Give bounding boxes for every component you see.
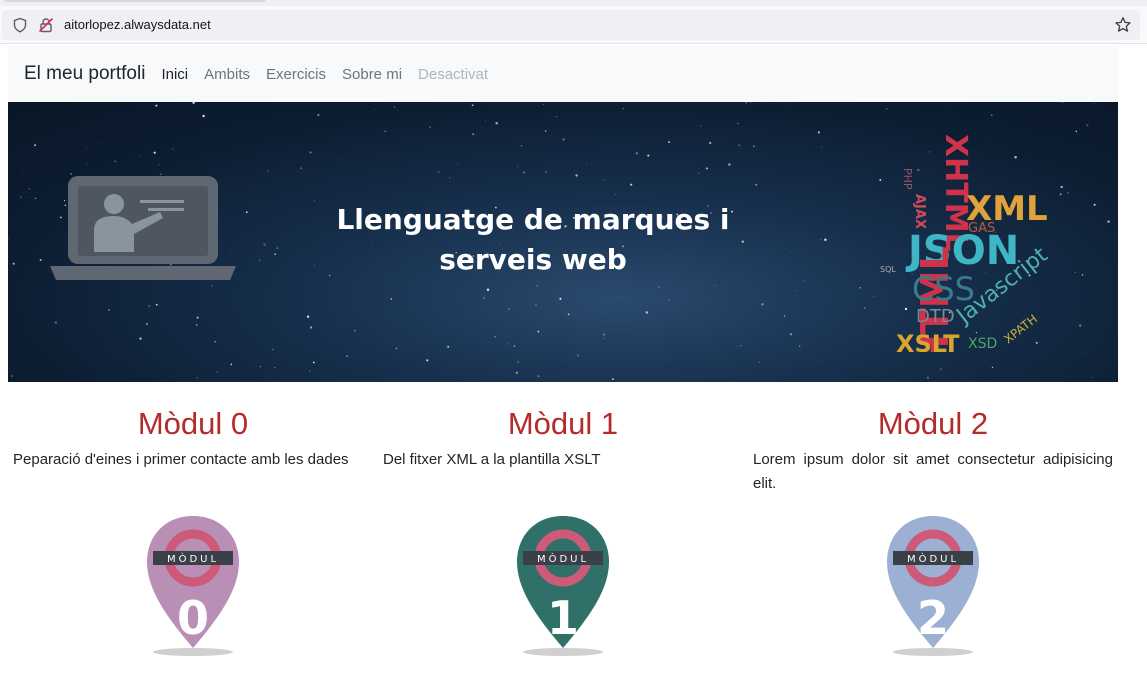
tech-word-cloud: XHTML XML AJAX PHP GAS JSON HTML CSS Jav…: [880, 134, 1053, 352]
pin-number: 0: [177, 591, 209, 645]
cloud-word-xslt: XSLT: [896, 330, 960, 352]
module-card-0: Mòdul 0 Peparació d'eines i primer conta…: [8, 404, 378, 665]
nav-link-sobre-mi[interactable]: Sobre mi: [342, 66, 402, 83]
module-description: Del fitxer XML a la plantilla XSLT: [383, 451, 601, 468]
pin-label: MÒDUL: [167, 552, 219, 565]
module-title: Mòdul 1: [507, 406, 619, 441]
module-1-pin-icon[interactable]: MÒDUL 1: [513, 510, 613, 660]
module-0-pin-icon[interactable]: MÒDUL 0: [143, 510, 243, 660]
pin-number: 1: [547, 591, 579, 645]
url-text[interactable]: aitorlopez.alwaysdata.net: [64, 17, 211, 33]
banner-title-line1: Llenguatge de marques i: [336, 203, 730, 236]
pin-shadow: [153, 648, 233, 656]
module-card-1: Mòdul 1 Del fitxer XML a la plantilla XS…: [378, 404, 748, 665]
star-icon[interactable]: [1114, 16, 1132, 34]
modules-row: Mòdul 0 Peparació d'eines i primer conta…: [8, 404, 1118, 665]
pin-number: 2: [917, 591, 949, 645]
banner-title-line2: serveis web: [439, 243, 627, 276]
banner-title: Llenguatge de marques i serveis web: [308, 200, 758, 280]
module-2-pin-icon[interactable]: MÒDUL 2: [883, 510, 983, 660]
cloud-word-xsd: XSD: [968, 336, 997, 352]
nav-link-ambits[interactable]: Ambits: [204, 66, 250, 83]
pin-label: MÒDUL: [537, 552, 589, 565]
lock-icon[interactable]: [38, 17, 54, 33]
nav-link-inici[interactable]: Inici: [161, 66, 188, 83]
module-card-2: Mòdul 2 Lorem ipsum dolor sit amet conse…: [748, 404, 1118, 665]
hero-banner: Llenguatge de marques i serveis web XHTM…: [8, 102, 1118, 382]
address-bar[interactable]: aitorlopez.alwaysdata.net: [2, 10, 1140, 40]
browser-toolbar: aitorlopez.alwaysdata.net: [0, 6, 1147, 44]
module-description: Lorem ipsum dolor sit amet consectetur a…: [753, 451, 1113, 492]
module-title: Mòdul 2: [877, 406, 989, 441]
active-tab[interactable]: [4, 0, 266, 2]
navbar: El meu portfoli Inici Ambits Exercicis S…: [8, 46, 1118, 102]
cloud-word-sql: SQL: [880, 265, 896, 274]
pin-shadow: [523, 648, 603, 656]
laptop-teacher-icon: [50, 176, 236, 280]
cloud-word-xpath: XPATH: [1001, 312, 1040, 347]
cloud-word-ajax: AJAX: [912, 194, 927, 229]
page-content: El meu portfoli Inici Ambits Exercicis S…: [8, 46, 1118, 665]
cloud-word-dtd: DTD: [916, 306, 955, 327]
nav-link-desactivat: Desactivat: [418, 65, 489, 83]
module-description: Peparació d'eines i primer contacte amb …: [13, 451, 349, 468]
nav-link-exercicis[interactable]: Exercicis: [266, 66, 326, 83]
navbar-brand[interactable]: El meu portfoli: [24, 63, 145, 85]
shield-icon[interactable]: [12, 17, 28, 33]
pin-shadow: [893, 648, 973, 656]
pin-label: MÒDUL: [907, 552, 959, 565]
module-title: Mòdul 0: [137, 406, 249, 441]
cloud-word-php: PHP: [901, 168, 914, 190]
